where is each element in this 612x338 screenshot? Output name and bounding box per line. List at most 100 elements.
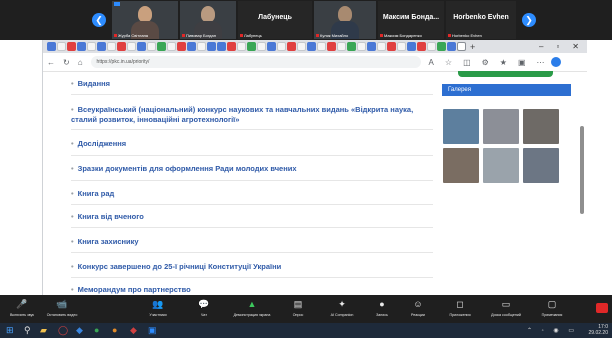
browser-tab[interactable] (67, 42, 76, 51)
apps-button[interactable]: ◻ Приложения (438, 298, 482, 317)
share-screen-button[interactable]: ▲ Демонстрация экрана (230, 298, 274, 317)
browser-tab[interactable] (387, 42, 396, 51)
home-icon[interactable]: ⌂ (78, 58, 83, 67)
app-icon[interactable]: ◆ (130, 325, 137, 336)
list-item-link[interactable]: Зразки документів для оформлення Ради мо… (78, 164, 297, 173)
browser-tab[interactable] (307, 42, 316, 51)
browser-tab[interactable] (277, 42, 286, 51)
gallery-thumbnail[interactable] (523, 109, 559, 144)
list-item[interactable]: • Всеукраїнський (національний) конкурс н… (71, 105, 433, 125)
new-tab-button[interactable]: + (470, 42, 475, 52)
browser-tab[interactable] (77, 42, 86, 51)
participant-tile[interactable]: Horbenko Evhen Horbenko Evhen (446, 1, 516, 39)
browser-tab[interactable] (47, 42, 56, 51)
browser-tab[interactable] (117, 42, 126, 51)
list-item[interactable]: • Книга захиснику (71, 237, 433, 247)
reload-icon[interactable]: ↻ (63, 58, 70, 67)
browser-tab[interactable] (427, 42, 436, 51)
split-screen-icon[interactable]: ◫ (463, 58, 471, 67)
scrollbar[interactable] (580, 126, 584, 214)
browser-tab[interactable] (137, 42, 146, 51)
participant-tile[interactable]: Лабунець Лабунець (238, 1, 312, 39)
browser-tab[interactable] (447, 42, 456, 51)
browser-tab[interactable] (57, 42, 66, 51)
participant-tile[interactable]: Журба Світлана (112, 1, 178, 39)
sidebar-green-button[interactable] (458, 71, 553, 77)
browser-tab[interactable] (217, 42, 226, 51)
browser-tab[interactable] (347, 42, 356, 51)
list-item-link[interactable]: Книга захиснику (78, 237, 139, 246)
unmute-button[interactable]: 🎤 Включить звук (0, 298, 44, 317)
list-item-link[interactable]: Конкурс завершено до 25-ї річниці Консти… (78, 262, 282, 271)
reactions-button[interactable]: ☺ Реакции (396, 298, 440, 317)
close-button[interactable]: ✕ (572, 42, 579, 51)
list-item-link[interactable]: Всеукраїнський (національний) конкурс на… (71, 105, 413, 124)
list-item-link[interactable]: Дослідження (78, 139, 127, 148)
gallery-thumbnail[interactable] (523, 148, 559, 183)
browser-tab[interactable] (157, 42, 166, 51)
windows-start-icon[interactable]: ⊞ (6, 325, 14, 336)
ai-companion-button[interactable]: ✦ AI Companion (320, 298, 364, 317)
list-item-link[interactable]: Меморандум про партнерство (78, 285, 191, 294)
participant-tile[interactable]: Кулик Михайло (314, 1, 376, 39)
browser-tab[interactable] (247, 42, 256, 51)
app-icon[interactable]: ◆ (76, 325, 83, 336)
file-explorer-icon[interactable]: ▰ (40, 325, 47, 336)
extensions-icon[interactable]: ⚙ (482, 58, 489, 67)
browser-tab[interactable] (227, 42, 236, 51)
list-item-link[interactable]: Книга рад (78, 189, 115, 198)
chat-button[interactable]: 💬 Чат (182, 298, 226, 317)
active-browser-tab[interactable] (457, 42, 466, 51)
system-tray[interactable]: ⌃ ◦ ◉ ▭ (527, 327, 578, 334)
browser-tab[interactable] (167, 42, 176, 51)
browser-tab[interactable] (377, 42, 386, 51)
participants-button[interactable]: 👥 Участники (136, 298, 180, 317)
browser-tab[interactable] (267, 42, 276, 51)
stop-video-button[interactable]: 📹 Остановить видео (40, 298, 84, 317)
browser-tab[interactable] (317, 42, 326, 51)
end-meeting-button[interactable] (596, 303, 608, 313)
back-arrow-icon[interactable]: ← (47, 58, 55, 67)
list-item[interactable]: • Видання (71, 79, 433, 89)
browser-tab[interactable] (337, 42, 346, 51)
browser-tab[interactable] (97, 42, 106, 51)
notes-button[interactable]: ▢ Примечания (530, 298, 574, 317)
poll-button[interactable]: ▤ Опрос (276, 298, 320, 317)
browser-tab[interactable] (357, 42, 366, 51)
browser-tab[interactable] (237, 42, 246, 51)
list-item[interactable]: • Дослідження (71, 139, 433, 149)
more-icon[interactable]: ⋯ (537, 58, 545, 67)
browser-tab[interactable] (437, 42, 446, 51)
list-item[interactable]: • Конкурс завершено до 25-ї річниці Конст… (71, 262, 433, 272)
browser-tab[interactable] (107, 42, 116, 51)
gallery-thumbnail[interactable] (483, 148, 519, 183)
participant-tile[interactable]: Пивовар Богдан (180, 1, 236, 39)
read-aloud-icon[interactable]: A (429, 58, 434, 67)
browser-tab[interactable] (197, 42, 206, 51)
profile-avatar[interactable] (550, 57, 561, 67)
browser-tab[interactable] (367, 42, 376, 51)
list-item-link[interactable]: Видання (78, 79, 110, 88)
chrome-icon[interactable]: ● (94, 325, 99, 336)
clock[interactable]: 17:0 29.02.20 (589, 324, 608, 336)
browser-tab[interactable] (187, 42, 196, 51)
browser-tab[interactable] (257, 42, 266, 51)
list-item[interactable]: • Книга рад (71, 189, 433, 199)
favorites-icon[interactable]: ★ (500, 58, 507, 67)
minimize-button[interactable]: – (539, 42, 543, 51)
browser-tab[interactable] (407, 42, 416, 51)
favorite-star-icon[interactable]: ☆ (445, 58, 452, 67)
browser-tab[interactable] (287, 42, 296, 51)
app-icon[interactable]: ● (112, 325, 117, 336)
browser-tab[interactable] (207, 42, 216, 51)
list-item[interactable]: • Зразки документів для оформлення Ради м… (71, 164, 433, 174)
address-bar[interactable]: https://pkc.in.ua/priority/ (90, 56, 421, 68)
browser-tab[interactable] (127, 42, 136, 51)
browser-tab[interactable] (327, 42, 336, 51)
browser-tab[interactable] (397, 42, 406, 51)
whiteboard-button[interactable]: ▭ Доска сообщений (484, 298, 528, 317)
next-participants-button[interactable]: ❯ (522, 13, 536, 27)
browser-tab[interactable] (177, 42, 186, 51)
browser-tab[interactable] (147, 42, 156, 51)
browser-tab[interactable] (417, 42, 426, 51)
